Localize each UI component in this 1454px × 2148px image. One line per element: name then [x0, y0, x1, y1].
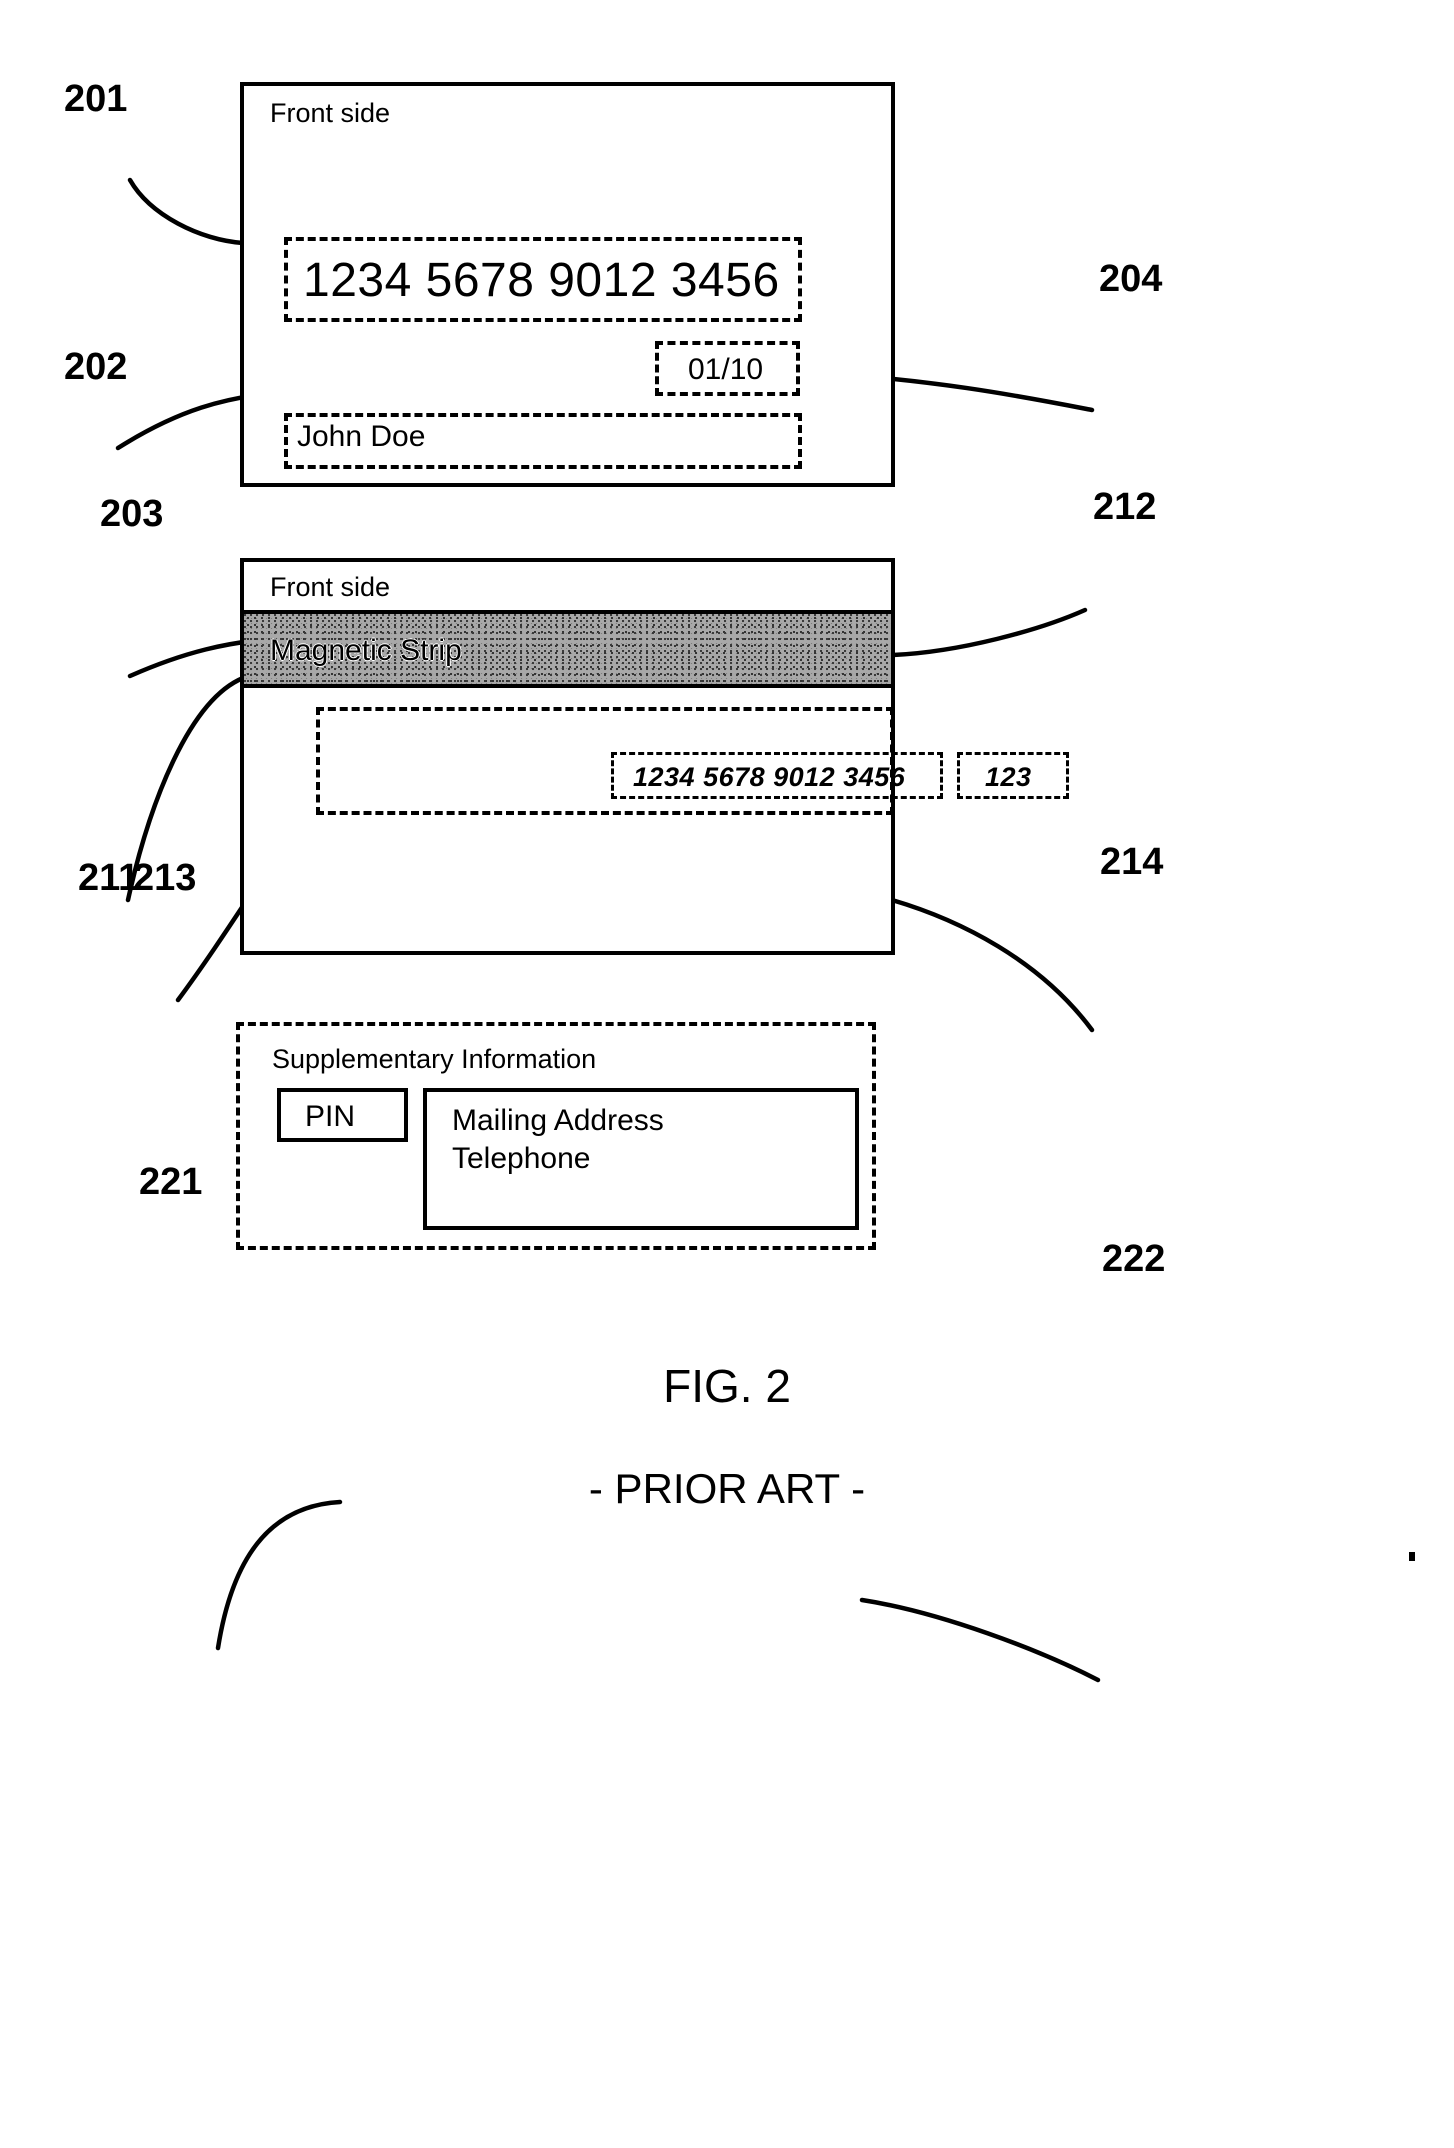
ref-numeral-211: 211: [78, 857, 140, 899]
security-code-value: 123: [985, 762, 1032, 792]
ref-numeral-203: 203: [100, 493, 164, 535]
ref-numeral-213: 213: [133, 857, 197, 899]
supplementary-info-title: Supplementary Information: [272, 1044, 597, 1074]
cardholder-name-value: John Doe: [297, 420, 426, 453]
card-number-value: 1234 5678 9012 3456: [303, 254, 780, 307]
figure-caption: FIG. 2: [663, 1360, 791, 1412]
figure-subcaption: - PRIOR ART -: [588, 1465, 866, 1512]
back-card-number-value: 1234 5678 9012 3456: [633, 762, 906, 792]
ref-numeral-222: 222: [1102, 1238, 1166, 1280]
ref-numeral-201: 201: [64, 78, 128, 120]
ref-numeral-204: 204: [1099, 258, 1163, 300]
pin-label: PIN: [305, 1100, 356, 1133]
scan-artifact: [1409, 1552, 1415, 1561]
ref-numeral-221: 221: [139, 1161, 203, 1203]
ref-numeral-214: 214: [1100, 841, 1164, 883]
ref-numeral-202: 202: [64, 346, 128, 388]
card-front-side-label: Front side: [270, 98, 391, 128]
expiry-date-value: 01/10: [688, 353, 764, 386]
ref-numeral-212: 212: [1093, 486, 1157, 528]
magnetic-strip-label: Magnetic Strip: [270, 634, 462, 667]
contact-info-lines: Mailing Address Telephone: [452, 1104, 664, 1175]
card-back-side-label: Front side: [270, 572, 391, 602]
magnetic-strip: Magnetic Strip: [244, 610, 891, 688]
